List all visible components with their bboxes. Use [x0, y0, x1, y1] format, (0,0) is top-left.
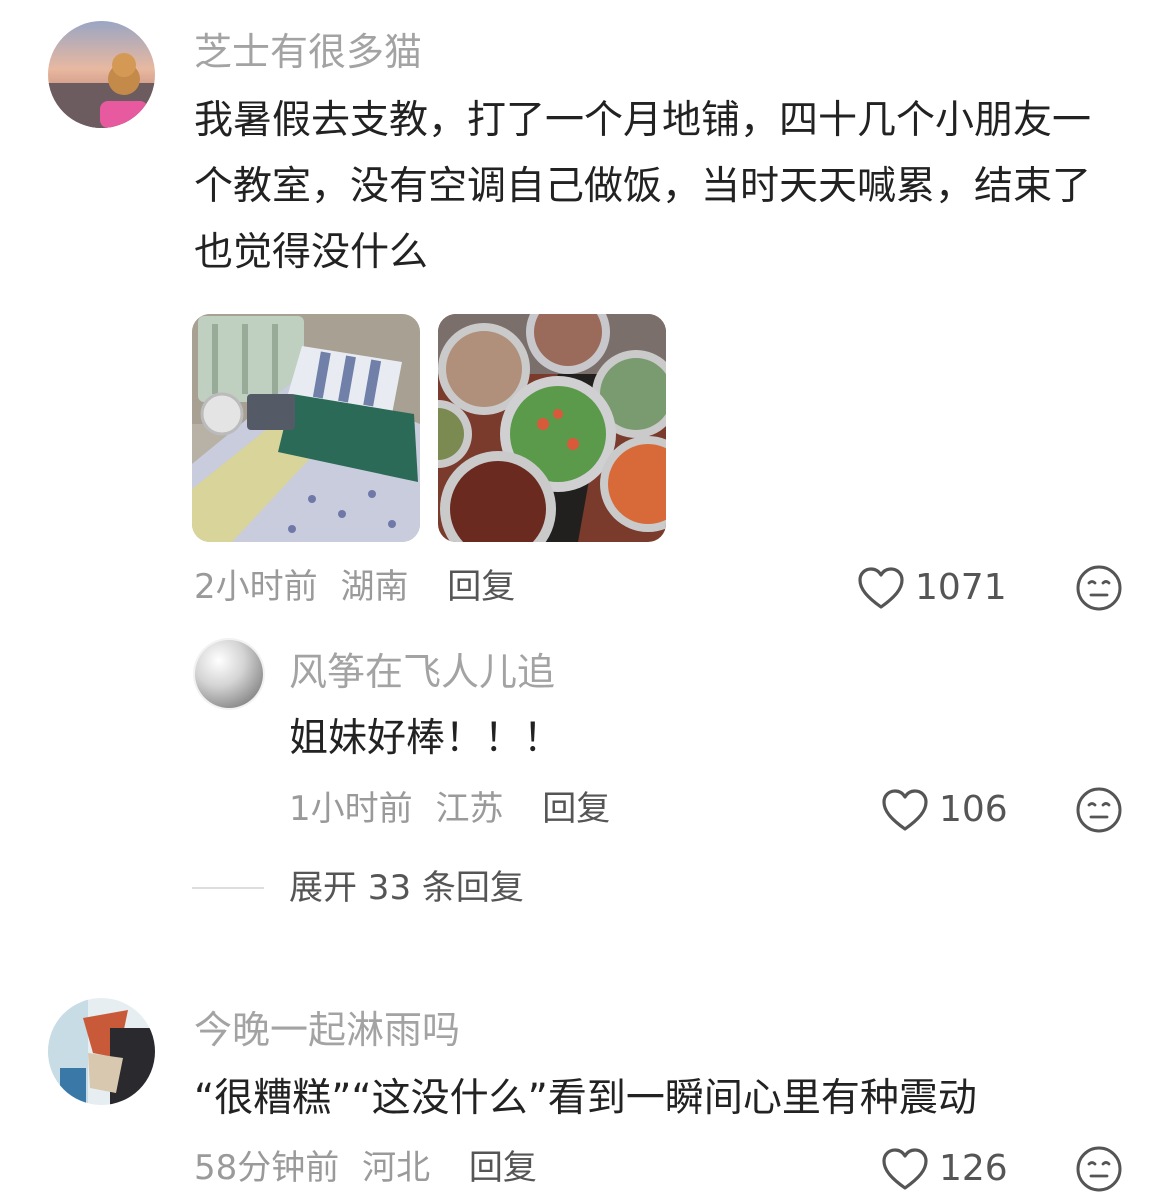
comment-item: 今晚一起淋雨吗 “很糟糕”“这没什么”看到一瞬间心里有种震动 58分钟前 河北 …	[0, 990, 1170, 1194]
comment-photo-floor-bed[interactable]	[192, 314, 420, 542]
meh-face-icon[interactable]	[1074, 785, 1124, 835]
comment-meta: 2小时前 湖南 回复	[194, 565, 515, 609]
reply-text: 姐妹好棒！！！	[289, 716, 563, 761]
reply-like-button[interactable]: 106	[881, 785, 1008, 835]
comment-text: 我暑假去支教，打了一个月地铺，四十几个小朋友一个教室，没有空调自己做饭，当时天天…	[194, 98, 1092, 275]
heart-outline-icon	[857, 566, 905, 610]
comment-location: 河北	[362, 1148, 431, 1188]
meh-face-icon[interactable]	[1074, 563, 1124, 613]
comment-username[interactable]: 今晚一起淋雨吗	[194, 1006, 460, 1054]
expand-replies-label: 展开 33 条回复	[289, 868, 524, 908]
like-button[interactable]: 126	[881, 1144, 1008, 1194]
reply-time: 1小时前	[289, 789, 413, 829]
reply-avatar[interactable]	[193, 638, 265, 710]
comment-meta: 58分钟前 河北 回复	[194, 1146, 537, 1190]
expand-replies-button[interactable]: 展开 33 条回复	[192, 866, 524, 910]
avatar[interactable]	[48, 998, 155, 1105]
heart-outline-icon	[881, 1147, 929, 1191]
divider	[192, 887, 264, 889]
comment-time: 2小时前	[194, 567, 318, 607]
like-button[interactable]: 1071	[857, 563, 1007, 613]
comment-photo-dishes[interactable]	[438, 314, 666, 542]
avatar[interactable]	[48, 21, 155, 128]
reply-meta: 1小时前 江苏 回复	[289, 787, 610, 831]
reply-reply-button[interactable]: 回复	[542, 789, 610, 829]
heart-outline-icon	[881, 788, 929, 832]
reply-location: 江苏	[435, 789, 504, 829]
comment-time: 58分钟前	[194, 1148, 340, 1188]
meh-face-icon[interactable]	[1074, 1144, 1124, 1194]
comment-item: 芝士有很多猫 我暑假去支教，打了一个月地铺，四十几个小朋友一个教室，没有空调自己…	[0, 0, 1170, 960]
comment-username[interactable]: 芝士有很多猫	[194, 28, 422, 76]
reply-like-count: 106	[939, 789, 1008, 830]
comment-location: 湖南	[340, 567, 409, 607]
comment-text: “很糟糕”“这没什么”看到一瞬间心里有种震动	[194, 1076, 977, 1121]
reply-username[interactable]: 风筝在飞人儿追	[289, 648, 555, 696]
reply-button[interactable]: 回复	[469, 1148, 537, 1188]
reply-button[interactable]: 回复	[447, 567, 515, 607]
like-count: 1071	[915, 567, 1007, 608]
like-count: 126	[939, 1148, 1008, 1189]
